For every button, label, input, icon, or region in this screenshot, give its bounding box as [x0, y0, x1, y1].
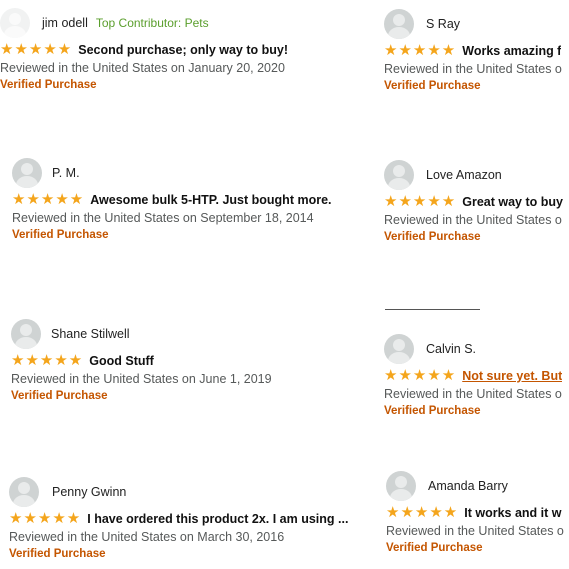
avatar-icon[interactable] — [384, 160, 414, 190]
review-title-row: ★★★★★ Great way to buy — [384, 194, 569, 210]
avatar-icon[interactable] — [386, 471, 416, 501]
review-date: Reviewed in the United States o — [386, 524, 564, 538]
reviewer-name[interactable]: Calvin S. — [426, 342, 476, 356]
review-title-row: ★★★★★ Good Stuff — [11, 353, 381, 369]
review-title-row: ★★★★★ I have ordered this product 2x. I … — [9, 511, 369, 527]
star-rating-icon[interactable]: ★★★★★ — [0, 42, 72, 58]
verified-purchase-badge: Verified Purchase — [384, 405, 481, 417]
section-divider — [385, 309, 480, 310]
review-header: Calvin S. — [384, 334, 569, 364]
review-date: Reviewed in the United States o — [384, 62, 562, 76]
contributor-badge[interactable]: Top Contributor: Pets — [96, 16, 209, 30]
review-title[interactable]: It works and it w — [464, 506, 561, 520]
review-card: Shane Stilwell ★★★★★ Good Stuff Reviewed… — [11, 319, 381, 402]
review-header: Love Amazon — [384, 160, 569, 190]
review-card: S Ray ★★★★★ Works amazing f Reviewed in … — [384, 9, 569, 92]
verified-purchase-badge: Verified Purchase — [11, 390, 108, 402]
review-card: ★ jim odell Top Contributor: Pets ★★★★★ … — [0, 8, 370, 91]
reviewer-name[interactable]: Love Amazon — [426, 168, 502, 182]
review-title[interactable]: Second purchase; only way to buy! — [78, 43, 288, 57]
star-rating-icon[interactable]: ★★★★★ — [384, 43, 456, 59]
review-title-row: ★★★★★ Works amazing f — [384, 43, 569, 59]
avatar-icon[interactable] — [9, 477, 39, 507]
review-date: Reviewed in the United States on January… — [0, 61, 285, 75]
review-title[interactable]: Awesome bulk 5-HTP. Just bought more. — [90, 193, 331, 207]
review-date: Reviewed in the United States on Septemb… — [12, 211, 314, 225]
reviewer-name[interactable]: Shane Stilwell — [51, 327, 130, 341]
star-rating-icon[interactable]: ★★★★★ — [9, 511, 81, 527]
reviewer-name[interactable]: S Ray — [426, 17, 460, 31]
review-card: Love Amazon ★★★★★ Great way to buy Revie… — [384, 160, 569, 243]
top-contributor-badge-icon: ★ — [26, 32, 30, 38]
avatar-icon[interactable]: ★ — [0, 8, 30, 38]
review-date: Reviewed in the United States on March 3… — [9, 530, 285, 544]
reviewer-name[interactable]: Amanda Barry — [428, 479, 508, 493]
verified-purchase-badge: Verified Purchase — [9, 548, 106, 560]
star-rating-icon[interactable]: ★★★★★ — [12, 192, 84, 208]
review-date: Reviewed in the United States o — [384, 387, 562, 401]
review-header: Penny Gwinn — [9, 477, 369, 507]
review-card: Calvin S. ★★★★★ Not sure yet. But Review… — [384, 334, 569, 417]
verified-purchase-badge: Verified Purchase — [384, 80, 481, 92]
review-date: Reviewed in the United States o — [384, 213, 562, 227]
avatar-icon[interactable] — [384, 9, 414, 39]
review-header: P. M. — [12, 158, 382, 188]
verified-purchase-badge: Verified Purchase — [0, 79, 97, 91]
review-header: Shane Stilwell — [11, 319, 381, 349]
review-card: Amanda Barry ★★★★★ It works and it w Rev… — [386, 471, 569, 554]
review-title[interactable]: Works amazing f — [462, 44, 561, 58]
review-title-row: ★★★★★ Second purchase; only way to buy! — [0, 42, 370, 58]
verified-purchase-badge: Verified Purchase — [12, 229, 109, 241]
review-header: ★ jim odell Top Contributor: Pets — [0, 8, 370, 38]
review-title-row: ★★★★★ Not sure yet. But — [384, 368, 569, 384]
review-title-row: ★★★★★ Awesome bulk 5-HTP. Just bought mo… — [12, 192, 382, 208]
review-header: S Ray — [384, 9, 569, 39]
review-header: Amanda Barry — [386, 471, 569, 501]
star-rating-icon[interactable]: ★★★★★ — [384, 368, 456, 384]
review-title[interactable]: Good Stuff — [89, 354, 154, 368]
avatar-icon[interactable] — [12, 158, 42, 188]
star-rating-icon[interactable]: ★★★★★ — [384, 194, 456, 210]
review-title-link[interactable]: Not sure yet. But — [462, 369, 562, 383]
verified-purchase-badge: Verified Purchase — [386, 542, 483, 554]
reviewer-name[interactable]: P. M. — [52, 166, 80, 180]
review-title[interactable]: I have ordered this product 2x. I am usi… — [87, 512, 348, 526]
review-title-row: ★★★★★ It works and it w — [386, 505, 569, 521]
reviewer-name[interactable]: Penny Gwinn — [52, 485, 126, 499]
reviewer-name[interactable]: jim odell — [42, 16, 88, 30]
verified-purchase-badge: Verified Purchase — [384, 231, 481, 243]
star-rating-icon[interactable]: ★★★★★ — [11, 353, 83, 369]
avatar-icon[interactable] — [11, 319, 41, 349]
review-date: Reviewed in the United States on June 1,… — [11, 372, 272, 386]
review-title[interactable]: Great way to buy — [462, 195, 563, 209]
avatar-icon[interactable] — [384, 334, 414, 364]
review-card: P. M. ★★★★★ Awesome bulk 5-HTP. Just bou… — [12, 158, 382, 241]
star-rating-icon[interactable]: ★★★★★ — [386, 505, 458, 521]
review-card: Penny Gwinn ★★★★★ I have ordered this pr… — [9, 477, 369, 560]
